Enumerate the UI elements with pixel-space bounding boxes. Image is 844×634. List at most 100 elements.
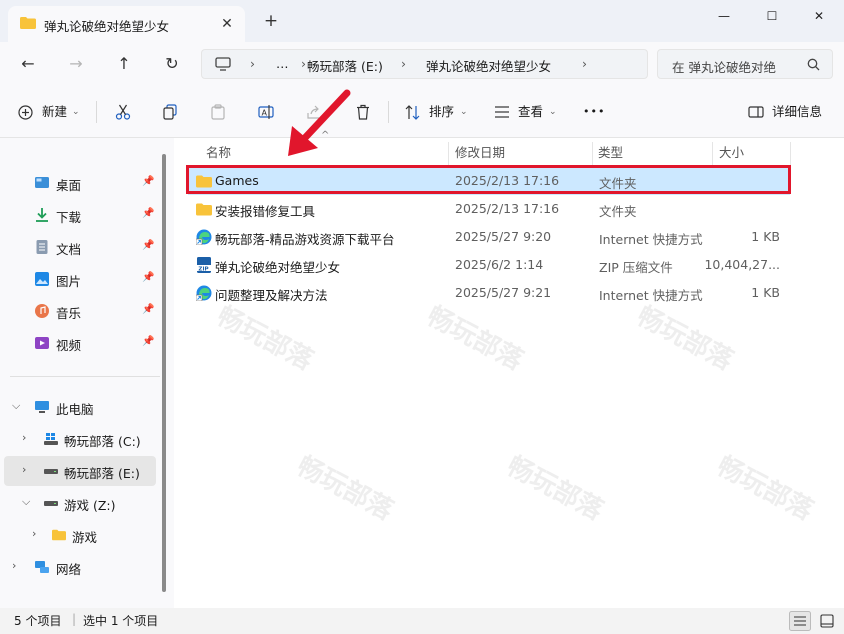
- column-header-row: 名称 修改日期 类型 大小 ^: [174, 130, 844, 166]
- view-icon: [495, 106, 509, 118]
- pin-icon: 📌: [142, 336, 155, 347]
- chevron-right-icon[interactable]: ›: [12, 559, 16, 572]
- sidebar-item-label: 畅玩部落 (C:): [64, 434, 141, 449]
- chevron-down-icon[interactable]: ⌵: [12, 399, 20, 413]
- file-size: 1 KB: [751, 229, 780, 244]
- watermark: 畅玩部落: [501, 451, 608, 527]
- column-divider[interactable]: [790, 142, 791, 166]
- forward-button[interactable]: →: [61, 49, 91, 79]
- breadcrumb-drive-e[interactable]: 畅玩部落 (E:): [307, 56, 383, 75]
- column-header-type[interactable]: 类型: [598, 142, 623, 161]
- paste-icon[interactable]: [210, 104, 226, 120]
- file-row-faq-shortcut[interactable]: 问题整理及解决方法 2025/5/27 9:21 Internet 快捷方式 1…: [188, 279, 790, 307]
- tab-close-button[interactable]: ✕: [216, 13, 238, 35]
- sidebar-item-label: 音乐: [56, 306, 82, 321]
- navigation-bar: ← → ↑ ↻ › … › 畅玩部落 (E:) › 弹丸论破绝对绝望少女 › 在…: [0, 42, 844, 86]
- breadcrumb-current-folder[interactable]: 弹丸论破绝对绝望少女: [426, 56, 551, 75]
- tab-current[interactable]: 弹丸论破绝对绝望少女 ✕: [8, 6, 245, 42]
- sidebar-scrollbar[interactable]: [162, 154, 166, 592]
- chevron-right-icon[interactable]: ›: [22, 431, 26, 444]
- breadcrumb-overflow[interactable]: …: [276, 56, 289, 71]
- sidebar-item-downloads[interactable]: 下载 📌: [4, 200, 156, 230]
- maximize-button[interactable]: ☐: [750, 2, 794, 30]
- sidebar-item-music[interactable]: 音乐 📌: [4, 296, 156, 326]
- rename-icon[interactable]: A: [258, 104, 274, 120]
- new-icon: [18, 105, 33, 120]
- new-tab-button[interactable]: +: [260, 10, 282, 32]
- file-type: Internet 快捷方式: [599, 288, 703, 303]
- breadcrumb-separator: ›: [401, 56, 406, 71]
- file-date: 2025/5/27 9:21: [455, 285, 552, 300]
- sidebar-item-drive-c[interactable]: › 畅玩部落 (C:): [4, 424, 156, 454]
- item-count: 5 个项目: [14, 614, 62, 628]
- file-size: 10,404,27...: [704, 257, 780, 272]
- column-divider[interactable]: [592, 142, 593, 166]
- file-date: 2025/2/13 17:16: [455, 201, 560, 216]
- sidebar-item-drive-e[interactable]: › 畅玩部落 (E:): [4, 456, 156, 486]
- file-name: 安装报错修复工具: [215, 204, 316, 219]
- sidebar-item-label: 游戏: [72, 530, 98, 545]
- sidebar-item-this-pc[interactable]: ⌵ 此电脑: [4, 392, 156, 422]
- sidebar-item-games-folder[interactable]: › 游戏: [4, 520, 156, 550]
- sidebar-item-label: 网络: [56, 562, 82, 577]
- file-size: 1 KB: [751, 285, 780, 300]
- svg-text:ZIP: ZIP: [198, 266, 208, 272]
- sidebar-item-network[interactable]: › 网络: [4, 552, 156, 582]
- column-header-date[interactable]: 修改日期: [455, 142, 505, 161]
- sidebar-item-label: 视频: [56, 338, 82, 353]
- column-divider[interactable]: [448, 142, 449, 166]
- folder-icon: [52, 529, 66, 541]
- more-options-button[interactable]: •••: [583, 100, 605, 124]
- search-box[interactable]: 在 弹丸论破绝对绝: [657, 49, 833, 79]
- zip-icon: ZIP: [197, 257, 211, 273]
- column-divider[interactable]: [712, 142, 713, 166]
- address-bar[interactable]: › … › 畅玩部落 (E:) › 弹丸论破绝对绝望少女 ›: [201, 49, 648, 79]
- sidebar-item-label: 游戏 (Z:): [64, 498, 116, 513]
- chevron-down-icon: ⌄: [460, 107, 468, 117]
- watermark: 畅玩部落: [421, 301, 528, 377]
- chevron-right-icon[interactable]: ›: [22, 463, 26, 476]
- details-button[interactable]: 详细信息: [772, 100, 822, 124]
- folder-icon: [20, 17, 36, 29]
- drive-icon: [44, 469, 58, 474]
- file-name: 畅玩部落-精品游戏资源下载平台: [215, 232, 395, 247]
- column-header-name[interactable]: 名称: [206, 142, 231, 161]
- sidebar-item-drive-z[interactable]: ⌵ 游戏 (Z:): [4, 488, 156, 518]
- sidebar-item-pictures[interactable]: 图片 📌: [4, 264, 156, 294]
- tab-title: 弹丸论破绝对绝望少女: [44, 19, 170, 34]
- file-row-repair-tool[interactable]: 安装报错修复工具 2025/2/13 17:16 文件夹: [188, 195, 790, 223]
- up-button[interactable]: ↑: [109, 49, 139, 79]
- pin-icon: 📌: [142, 176, 155, 187]
- file-name: 问题整理及解决方法: [215, 288, 328, 303]
- watermark: 畅玩部落: [211, 301, 318, 377]
- sidebar-item-desktop[interactable]: 桌面 📌: [4, 168, 156, 198]
- cut-icon[interactable]: [115, 104, 131, 120]
- new-button[interactable]: 新建: [42, 100, 67, 124]
- back-button[interactable]: ←: [13, 49, 43, 79]
- details-view-icon[interactable]: [789, 611, 811, 631]
- drive-icon: [44, 501, 58, 506]
- file-type: ZIP 压缩文件: [599, 260, 673, 275]
- sort-button[interactable]: 排序: [429, 100, 454, 124]
- tiles-view-icon[interactable]: [818, 612, 836, 630]
- file-row-zip[interactable]: ZIP 弹丸论破绝对绝望少女 2025/6/2 1:14 ZIP 压缩文件 10…: [188, 251, 790, 279]
- file-row-site-shortcut[interactable]: 畅玩部落-精品游戏资源下载平台 2025/5/27 9:20 Internet …: [188, 223, 790, 251]
- refresh-button[interactable]: ↻: [157, 49, 187, 79]
- column-header-size[interactable]: 大小: [719, 142, 744, 161]
- sidebar-item-videos[interactable]: 视频 📌: [4, 328, 156, 358]
- edge-shortcut-icon: [196, 285, 212, 301]
- watermark: 畅玩部落: [631, 301, 738, 377]
- close-button[interactable]: ✕: [797, 2, 841, 30]
- status-bar: 5 个项目 | 选中 1 个项目: [0, 608, 844, 634]
- view-button[interactable]: 查看: [518, 100, 543, 124]
- music-icon: [35, 304, 49, 318]
- folder-icon: [196, 203, 212, 216]
- chevron-down-icon[interactable]: ⌵: [22, 495, 30, 509]
- sidebar-item-documents[interactable]: 文档 📌: [4, 232, 156, 262]
- search-icon[interactable]: [807, 58, 820, 71]
- svg-text:A: A: [262, 109, 268, 118]
- minimize-button[interactable]: —: [702, 2, 746, 30]
- file-type: Internet 快捷方式: [599, 232, 703, 247]
- copy-icon[interactable]: [162, 104, 178, 120]
- chevron-right-icon[interactable]: ›: [32, 527, 36, 540]
